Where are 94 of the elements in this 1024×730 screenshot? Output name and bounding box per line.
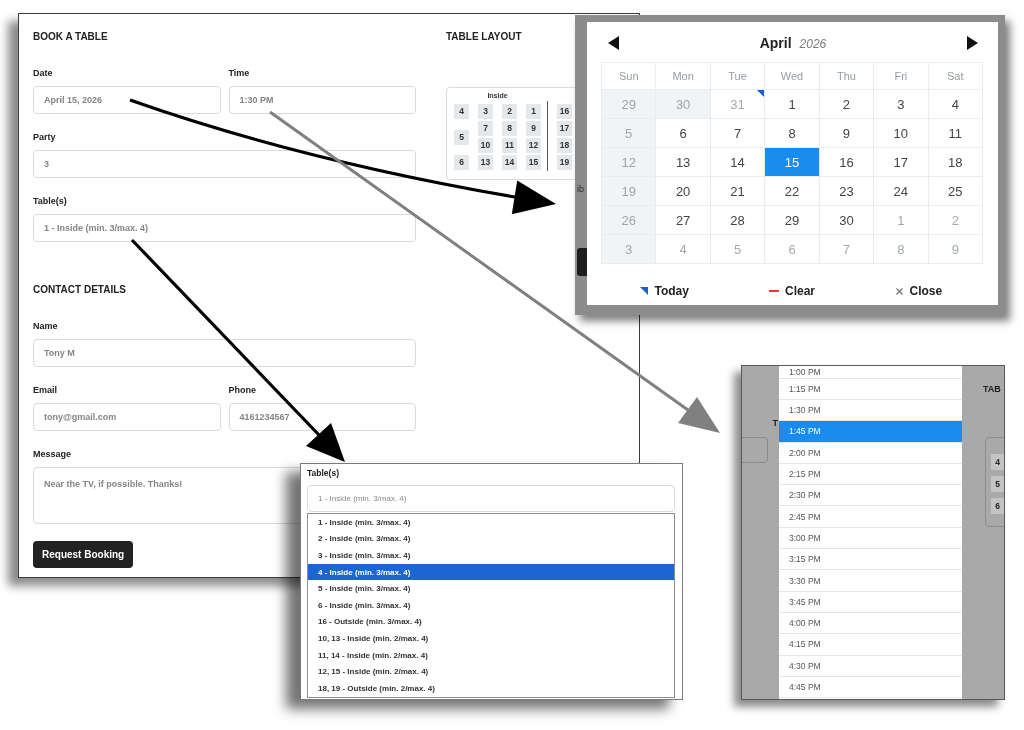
input-field[interactable]: 3	[33, 150, 416, 178]
day-cell[interactable]: 4	[928, 90, 983, 119]
today-marker-icon	[757, 90, 765, 97]
section-title: TABLE LAYOUT	[446, 31, 522, 43]
section-title: CONTACT DETAILS	[33, 284, 126, 296]
field-label: Table(s)	[307, 469, 339, 478]
day-cell[interactable]: 27	[656, 206, 711, 235]
table-marker: 15	[526, 155, 541, 170]
text-fragment: TAB	[983, 383, 1001, 395]
table-marker: 6	[454, 155, 469, 170]
table-marker: 17	[557, 121, 572, 136]
table-marker: 1	[526, 104, 541, 119]
today-button[interactable]: Today	[640, 284, 689, 298]
field-label: Table(s)	[33, 195, 67, 207]
table-marker: 18	[557, 138, 572, 153]
day-cell[interactable]: 6	[656, 119, 711, 148]
dimmed-input-field	[742, 437, 768, 463]
field-label: Party	[33, 131, 56, 143]
triangle-left-icon	[608, 36, 619, 50]
weekday-label: Tue	[728, 70, 747, 82]
input-field[interactable]: 1 - Inside (min. 3/max. 4)	[33, 214, 416, 242]
day-cell[interactable]: 28	[710, 206, 766, 235]
table-marker: 19	[557, 155, 572, 170]
table-marker: 4	[454, 104, 469, 119]
input-field[interactable]: April 15, 2026	[33, 86, 221, 114]
next-month-button[interactable]	[967, 36, 978, 50]
field-label: Phone	[228, 384, 256, 396]
table-marker: 6	[991, 498, 1004, 514]
day-cell[interactable]: 16	[819, 148, 875, 177]
day-cell[interactable]: 30	[819, 206, 875, 235]
field-label: Name	[33, 320, 58, 332]
input-field[interactable]: 4161234567	[228, 403, 416, 431]
month-label: April	[759, 35, 792, 51]
day-cell[interactable]: 13	[656, 148, 711, 177]
day-cell[interactable]: 3	[874, 90, 929, 119]
table-marker: 14	[502, 155, 517, 170]
day-cell[interactable]: 2	[819, 90, 875, 119]
day-cell[interactable]: 25	[928, 177, 983, 206]
field-label: Time	[228, 67, 250, 79]
day-cell[interactable]: 1	[765, 90, 820, 119]
dark-block	[577, 248, 587, 276]
weekday-label: Wed	[780, 70, 804, 82]
day-cell[interactable]: 24	[874, 177, 929, 206]
table-marker: 9	[526, 121, 541, 136]
input-field[interactable]: Tony M	[33, 339, 416, 367]
table-marker: 8	[502, 121, 517, 136]
day-cell[interactable]: 29	[765, 206, 820, 235]
table-marker: 10	[478, 138, 493, 153]
text-fragment: ib	[577, 184, 584, 195]
field-label: Date	[33, 67, 53, 79]
select-field[interactable]: 1 - Inside (min. 3/max. 4)	[307, 485, 675, 512]
table-marker: 5	[454, 129, 469, 145]
day-cell[interactable]: 7	[710, 119, 766, 148]
day-cell[interactable]: 14	[710, 148, 766, 177]
corner-triangle-icon	[640, 287, 649, 295]
table-marker: 2	[502, 104, 517, 119]
day-cell[interactable]: 21	[710, 177, 766, 206]
time-option[interactable]: 1:00 PM	[779, 366, 962, 379]
triangle-right-icon	[967, 36, 978, 50]
table-marker: 13	[478, 155, 493, 170]
previous-month-button[interactable]	[608, 36, 619, 50]
table-marker: 3	[478, 104, 493, 119]
day-cell[interactable]: 8	[765, 119, 820, 148]
table-marker: 5	[991, 476, 1004, 492]
table-marker: 11	[502, 138, 517, 153]
dash-icon	[768, 290, 779, 292]
day-cell[interactable]: 20	[656, 177, 711, 206]
day-cell[interactable]: 11	[928, 119, 983, 148]
weekday-label: Mon	[672, 70, 694, 82]
weekday-label: Sat	[947, 70, 964, 82]
day-cell[interactable]: 22	[765, 177, 820, 206]
table-marker: 16	[557, 104, 572, 119]
day-cell[interactable]: 18	[928, 148, 983, 177]
close-icon	[896, 287, 904, 295]
clear-button[interactable]: Clear	[768, 284, 815, 298]
table-marker: 7	[478, 121, 493, 136]
field-label: Message	[33, 448, 72, 460]
section-title: BOOK A TABLE	[33, 31, 108, 43]
submit-button[interactable]: Request Booking	[33, 541, 134, 568]
weekday-label: Thu	[836, 70, 856, 82]
day-cell[interactable]: 10	[874, 119, 929, 148]
weekday-label: Sun	[618, 70, 639, 82]
close-button[interactable]: Close	[896, 284, 943, 298]
day-cell[interactable]: 9	[819, 119, 875, 148]
table-marker: 12	[526, 138, 541, 153]
day-cell[interactable]: 23	[819, 177, 875, 206]
input-field[interactable]: 1:30 PM	[228, 86, 416, 114]
table-marker: 4	[991, 454, 1004, 470]
text-fragment: T	[772, 417, 778, 429]
field-label: Email	[33, 384, 57, 396]
year-label: 2026	[799, 37, 827, 51]
day-cell[interactable]: 17	[874, 148, 929, 177]
input-field[interactable]: tony@gmail.com	[33, 403, 221, 431]
weekday-label: Fri	[894, 70, 908, 82]
